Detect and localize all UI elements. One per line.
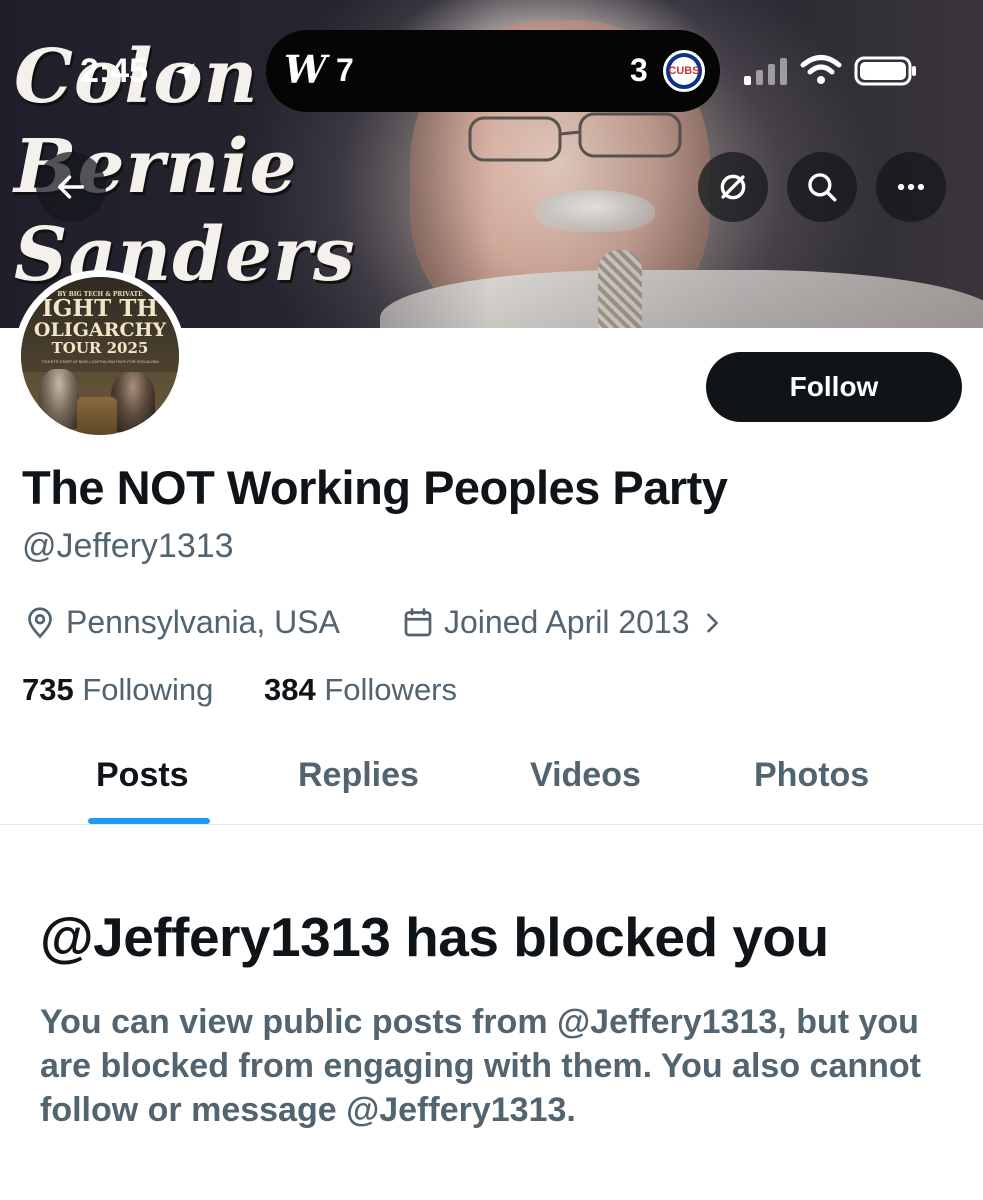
followers-count-link[interactable]: 384 Followers [264,672,457,708]
followers-label: Followers [324,672,458,707]
location-icon [28,606,52,639]
blocked-title: @Jeffery1313 has blocked you [40,906,829,968]
tab-posts[interactable]: Posts [96,756,189,795]
tab-photos[interactable]: Photos [754,756,869,795]
cubs-logo-icon: CUBS [663,50,705,92]
more-icon [897,183,925,191]
calendar-icon [404,607,432,636]
tab-divider [0,824,983,825]
search-icon [808,173,837,202]
dynamic-island[interactable] [266,30,720,112]
blocked-message: You can view public posts from @Jeffery1… [40,1003,921,1129]
score-left: 7 [336,52,354,88]
following-count-link[interactable]: 735 Following [22,672,213,708]
hide-icon [720,174,746,200]
battery-icon [854,56,916,86]
status-time: 2:45 [80,52,149,90]
back-arrow-icon [57,175,85,199]
hide-button[interactable] [698,152,768,222]
following-count: 735 [22,672,74,707]
signal-icon [744,58,787,85]
search-button[interactable] [787,152,857,222]
location-arrow-icon [175,63,195,83]
follow-button[interactable]: Follow [706,352,962,422]
back-button[interactable] [36,152,106,222]
handle: @Jeffery1313 [22,527,234,565]
display-name: The NOT Working Peoples Party [22,461,728,514]
chevron-right-icon [706,613,718,632]
wifi-icon [800,55,842,84]
nationals-logo-icon: W [284,47,327,92]
joined-date[interactable]: Joined April 2013 [400,604,726,641]
joined-text: Joined April 2013 [444,604,690,640]
tab-replies[interactable]: Replies [298,756,419,795]
avatar[interactable]: BY BIG TECH & PRIVATE IGHT TH OLIGARCHY … [14,270,186,442]
tab-videos[interactable]: Videos [530,756,641,795]
location: Pennsylvania, USA [22,604,340,641]
location-text: Pennsylvania, USA [66,604,340,640]
more-button[interactable] [876,152,946,222]
following-label: Following [82,672,214,707]
followers-count: 384 [264,672,316,707]
score-right: 3 [630,52,648,88]
